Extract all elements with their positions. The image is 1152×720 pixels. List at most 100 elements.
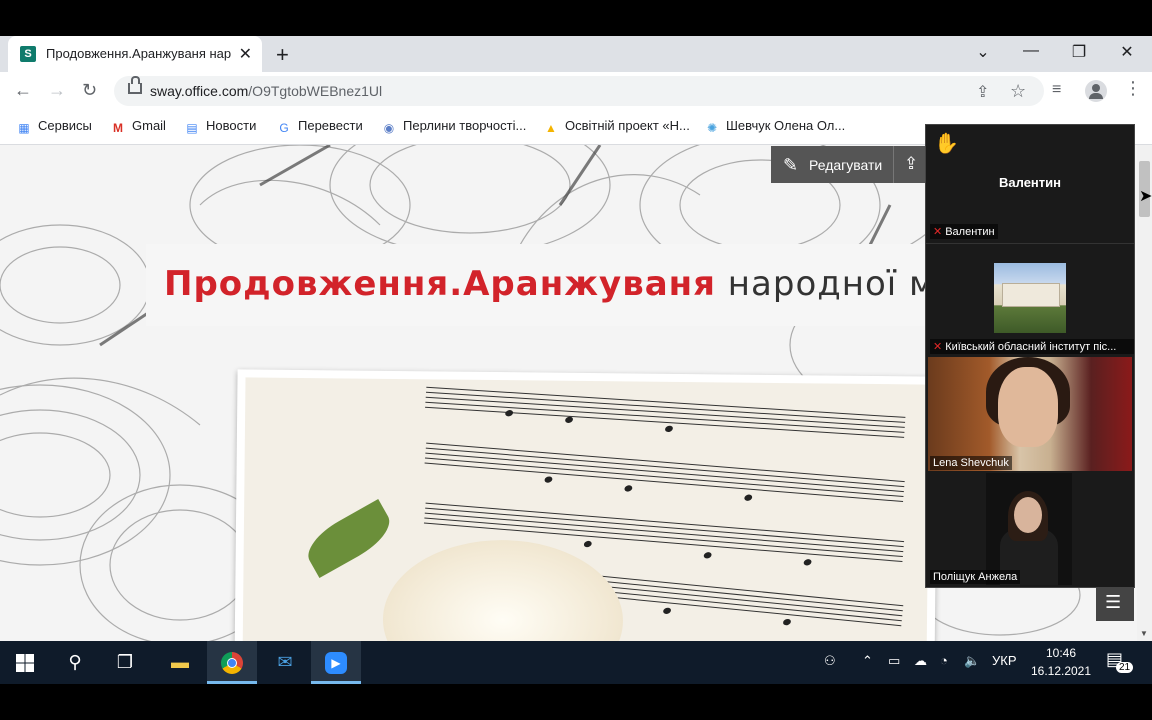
bookmark-star-icon[interactable]: ☆: [1010, 81, 1026, 102]
letterbox-bottom: [0, 684, 1152, 720]
sheet-music-photo: [234, 369, 938, 641]
show-hidden-icons[interactable]: ⌃: [862, 653, 873, 669]
tab-strip: S Продовження.Аранжуваня нар ✕ + ⌄ — ❐ ✕: [0, 36, 1152, 72]
task-view-icon[interactable]: ❐: [100, 641, 150, 684]
music-note: [662, 606, 672, 616]
news-icon: ▤: [186, 121, 198, 135]
volume-icon[interactable]: 🔈: [964, 653, 980, 669]
language-indicator[interactable]: УКР: [992, 653, 1017, 668]
site-icon: ◉: [383, 121, 395, 135]
zoom-taskbar-button[interactable]: ▶: [311, 641, 361, 684]
start-button[interactable]: [0, 641, 50, 684]
search-icon[interactable]: ⚲: [50, 641, 100, 684]
bookmark-osvitnii[interactable]: ▲ Освітній проект «Н...: [543, 118, 690, 135]
lock-icon[interactable]: [128, 76, 142, 94]
taskbar-clock[interactable]: 10:46 16.12.2021: [1030, 644, 1092, 680]
music-staff: [425, 386, 906, 441]
new-tab-button[interactable]: +: [276, 42, 289, 68]
battery-icon[interactable]: ▭: [888, 653, 900, 669]
network-icon[interactable]: ◔: [940, 653, 948, 668]
participant-label: Поліщук Анжела: [930, 570, 1021, 584]
music-note: [782, 617, 792, 627]
list-menu-icon: ☰: [1105, 592, 1122, 612]
share-page-icon[interactable]: ⇪: [976, 82, 989, 102]
people-icon[interactable]: ⚇: [824, 653, 836, 669]
bookmark-perlyny[interactable]: ◉ Перлини творчості...: [381, 118, 527, 135]
forward-icon[interactable]: →: [48, 80, 66, 101]
sway-edit-toolbar: ✎ Редагувати ⇪: [771, 146, 931, 183]
music-note: [664, 424, 674, 434]
pencil-icon: ✎: [783, 155, 799, 175]
participant-label: Lena Shevchuk: [930, 456, 1012, 470]
participant-face: [998, 367, 1058, 447]
participant-video[interactable]: [928, 357, 1132, 471]
reload-icon[interactable]: ↻: [82, 80, 97, 101]
sway-title-red: Продовження.Аранжуваня: [164, 264, 716, 304]
restore-icon[interactable]: ❐: [1067, 42, 1091, 62]
chrome-menu-icon[interactable]: ⋮: [1124, 78, 1142, 99]
translate-icon: G: [279, 121, 289, 135]
music-note: [623, 484, 634, 493]
url-path: /O9TgtobWEBnez1Ul: [248, 83, 383, 99]
rose-leaf: [299, 499, 398, 579]
back-icon[interactable]: ←: [14, 80, 32, 101]
bookmark-news[interactable]: ▤ Новости: [184, 118, 256, 135]
close-window-icon[interactable]: ✕: [1115, 42, 1139, 62]
site-icon: ✺: [706, 121, 718, 135]
tab-search-icon[interactable]: ⌄: [971, 42, 995, 62]
photo-image: [242, 377, 930, 641]
muted-mic-icon: ✕: [933, 226, 943, 238]
onedrive-icon[interactable]: ☁: [914, 653, 927, 669]
apps-grid-icon: ▦: [18, 121, 30, 135]
tab-title: Продовження.Аранжуваня нар: [46, 46, 232, 61]
edit-button[interactable]: ✎ Редагувати: [771, 146, 891, 183]
bookmark-translate[interactable]: G Перевести: [276, 118, 362, 135]
navigation-menu-button[interactable]: ☰: [1096, 585, 1134, 621]
clock-date: 16.12.2021: [1030, 664, 1092, 678]
participant-photo[interactable]: [994, 263, 1066, 333]
raised-hand-icon: ✋: [934, 133, 959, 155]
address-bar[interactable]: sway.office.com/O9TgtobWEBnez1Ul ⇪ ☆: [114, 76, 1044, 106]
mouse-cursor-icon: ➤: [1139, 188, 1152, 205]
muted-mic-icon: ✕: [933, 341, 943, 353]
participant-label: ✕ Київський обласний інститут піс...: [930, 339, 1134, 354]
sway-favicon-icon: S: [20, 46, 36, 62]
bookmark-gmail[interactable]: M Gmail: [110, 118, 166, 135]
close-tab-icon[interactable]: ✕: [239, 44, 252, 64]
share-icon: ⇪: [904, 154, 919, 173]
media-control-icon[interactable]: ≡: [1052, 81, 1061, 99]
windows-logo-icon: [16, 654, 34, 673]
bookmark-services[interactable]: ▦ Сервисы: [16, 118, 92, 135]
profile-body-icon: [1089, 93, 1103, 99]
browser-tab[interactable]: S Продовження.Аранжуваня нар ✕: [8, 36, 262, 72]
participant-video[interactable]: [986, 473, 1072, 585]
sway-title-banner: Продовження.Аранжуваня народної муз: [146, 244, 975, 326]
minimize-icon[interactable]: —: [1019, 42, 1043, 60]
chrome-icon: [221, 652, 243, 675]
file-explorer-icon[interactable]: ▬: [155, 641, 205, 684]
music-note: [564, 415, 574, 424]
participant-label: ✕ Валентин: [930, 224, 998, 239]
windows-taskbar: ⚲ ❐ ▬ ✉ ▶ ⚇ ⌃ ▭ ☁ ◔ 🔈 УКР 10:46 16.12.20…: [0, 641, 1152, 684]
white-rose: [382, 538, 624, 641]
music-note: [543, 475, 554, 484]
profile-head-icon: [1092, 84, 1100, 92]
mail-icon[interactable]: ✉: [260, 641, 310, 684]
chrome-taskbar-button[interactable]: [207, 641, 257, 684]
site-icon: ▲: [545, 121, 557, 135]
url-host: sway.office.com: [150, 83, 249, 99]
bookmark-shevchuk[interactable]: ✺ Шевчук Олена Ол...: [704, 118, 845, 135]
url-text[interactable]: sway.office.com/O9TgtobWEBnez1Ul: [150, 83, 382, 99]
profile-avatar[interactable]: [1085, 80, 1107, 102]
page-scrollbar[interactable]: ▼: [1137, 145, 1152, 641]
scroll-down-icon[interactable]: ▼: [1140, 629, 1148, 638]
music-note: [802, 558, 813, 567]
zoom-gallery-panel: ✋ Валентин ✕ Валентин ✕ Київський обласний…: [925, 124, 1135, 588]
participant-face: [1014, 497, 1042, 533]
browser-toolbar: ← → ↻ sway.office.com/O9TgtobWEBnez1Ul ⇪…: [0, 72, 1152, 110]
music-note: [702, 551, 713, 560]
clock-time: 10:46: [1045, 646, 1077, 660]
gmail-icon: M: [113, 121, 123, 135]
building-image: [1002, 283, 1060, 307]
edit-label: Редагувати: [809, 157, 883, 173]
